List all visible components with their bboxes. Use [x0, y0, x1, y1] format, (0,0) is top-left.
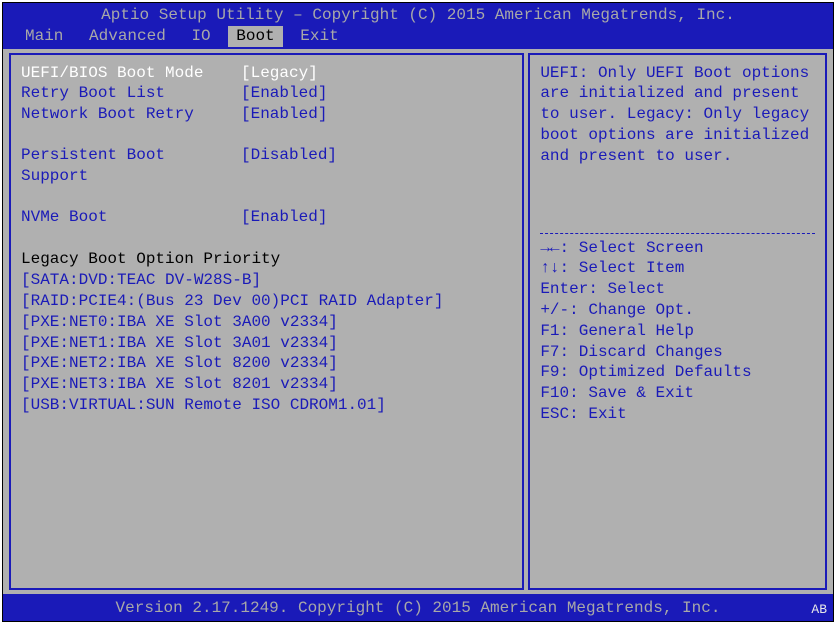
boot-priority-item[interactable]: [PXE:NET1:IBA XE Slot 3A01 v2334]	[21, 333, 512, 354]
blank-row	[21, 125, 512, 145]
boot-priority-item[interactable]: [PXE:NET2:IBA XE Slot 8200 v2334]	[21, 353, 512, 374]
boot-priority-item[interactable]: [SATA:DVD:TEAC DV-W28S-B]	[21, 270, 512, 291]
setting-value: [Enabled]	[241, 83, 327, 104]
setting-label: Persistent Boot	[21, 145, 241, 166]
key-f1: F1: General Help	[540, 321, 815, 342]
setting-retry-boot-list[interactable]: Retry Boot List [Enabled]	[21, 83, 512, 104]
tab-io[interactable]: IO	[183, 26, 218, 47]
setting-persistent-boot-line2: Support	[21, 166, 512, 187]
footer-text: Version 2.17.1249. Copyright (C) 2015 Am…	[116, 599, 721, 617]
key-change-opt: +/-: Change Opt.	[540, 300, 815, 321]
footer-corner: AB	[811, 602, 827, 619]
key-f7: F7: Discard Changes	[540, 342, 815, 363]
settings-panel: UEFI/BIOS Boot Mode [Legacy] Retry Boot …	[9, 53, 524, 591]
setting-value: [Enabled]	[241, 207, 327, 228]
key-select-item: ↑↓: Select Item	[540, 258, 815, 279]
bios-window: Aptio Setup Utility – Copyright (C) 2015…	[2, 2, 834, 622]
key-select-screen: →←: Select Screen	[540, 238, 815, 259]
tab-exit[interactable]: Exit	[292, 26, 346, 47]
setting-boot-mode[interactable]: UEFI/BIOS Boot Mode [Legacy]	[21, 63, 512, 84]
footer: Version 2.17.1249. Copyright (C) 2015 Am…	[3, 594, 833, 621]
help-text: UEFI: Only UEFI Boot options are initial…	[540, 63, 815, 167]
setting-label: Retry Boot List	[21, 83, 241, 104]
setting-label: Support	[21, 166, 241, 187]
setting-value: [Disabled]	[241, 145, 337, 166]
blank-row	[21, 227, 512, 247]
help-panel: UEFI: Only UEFI Boot options are initial…	[528, 53, 827, 591]
header-title: Aptio Setup Utility – Copyright (C) 2015…	[3, 3, 833, 26]
tab-bar: Main Advanced IO Boot Exit	[3, 26, 833, 49]
setting-label: NVMe Boot	[21, 207, 241, 228]
content-area: UEFI/BIOS Boot Mode [Legacy] Retry Boot …	[3, 49, 833, 595]
divider	[540, 233, 815, 234]
setting-value: [Legacy]	[241, 63, 318, 84]
setting-persistent-boot[interactable]: Persistent Boot [Disabled]	[21, 145, 512, 166]
key-enter: Enter: Select	[540, 279, 815, 300]
key-f9: F9: Optimized Defaults	[540, 362, 815, 383]
blank-row	[21, 187, 512, 207]
boot-priority-item[interactable]: [PXE:NET3:IBA XE Slot 8201 v2334]	[21, 374, 512, 395]
boot-priority-title: Legacy Boot Option Priority	[21, 249, 512, 270]
setting-nvme-boot[interactable]: NVMe Boot [Enabled]	[21, 207, 512, 228]
boot-priority-item[interactable]: [PXE:NET0:IBA XE Slot 3A00 v2334]	[21, 312, 512, 333]
key-esc: ESC: Exit	[540, 404, 815, 425]
tab-main[interactable]: Main	[17, 26, 71, 47]
setting-value: [Enabled]	[241, 104, 327, 125]
spacer	[540, 167, 815, 227]
tab-advanced[interactable]: Advanced	[81, 26, 174, 47]
tab-boot[interactable]: Boot	[228, 26, 282, 47]
boot-priority-item[interactable]: [RAID:PCIE4:(Bus 23 Dev 00)PCI RAID Adap…	[21, 291, 512, 312]
key-f10: F10: Save & Exit	[540, 383, 815, 404]
setting-label: Network Boot Retry	[21, 104, 241, 125]
setting-label: UEFI/BIOS Boot Mode	[21, 63, 241, 84]
boot-priority-item[interactable]: [USB:VIRTUAL:SUN Remote ISO CDROM1.01]	[21, 395, 512, 416]
setting-network-boot-retry[interactable]: Network Boot Retry [Enabled]	[21, 104, 512, 125]
